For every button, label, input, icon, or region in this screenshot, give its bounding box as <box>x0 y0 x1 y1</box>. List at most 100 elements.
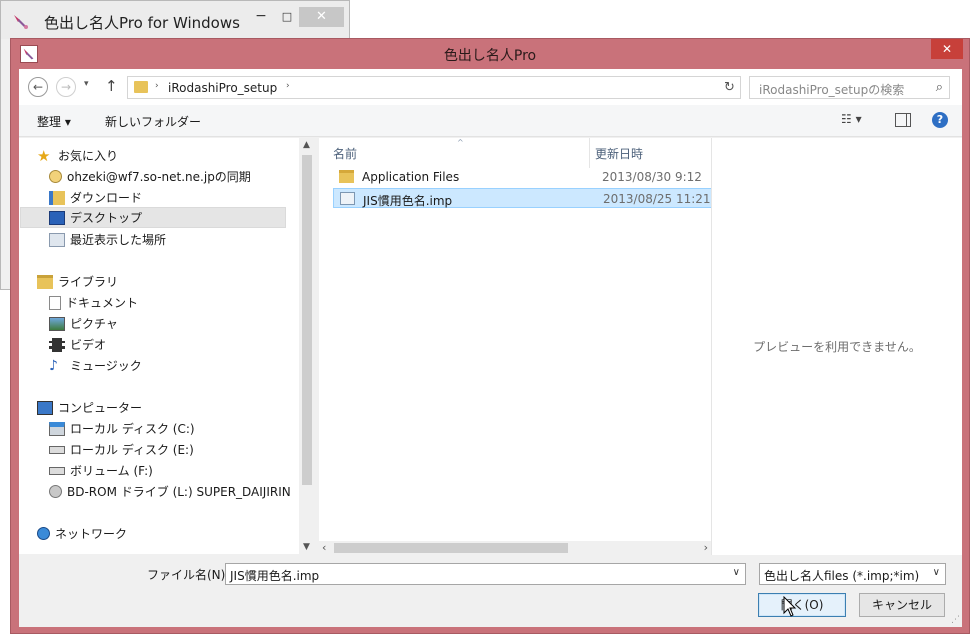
cancel-button[interactable]: キャンセル <box>859 593 945 617</box>
filetype-value: 色出し名人files (*.imp;*im) <box>764 569 920 583</box>
file-list: 名前 ^ 更新日時 Application Files 2013/08/30 9… <box>319 138 712 541</box>
nav-item-network[interactable]: ネットワーク <box>37 523 127 544</box>
star-icon: ★ <box>37 146 51 165</box>
nav-item-label: ohzeki@wf7.so-net.ne.jpの同期 <box>67 170 251 184</box>
sync-user-icon <box>49 170 62 183</box>
preview-pane-toggle-icon[interactable] <box>895 113 911 127</box>
search-icon[interactable]: ⌕ <box>936 80 943 95</box>
nav-item-label: ローカル ディスク (E:) <box>70 443 194 457</box>
nav-item-label: ミュージック <box>70 359 142 373</box>
nav-item-videos[interactable]: ビデオ <box>49 334 106 355</box>
nav-item-label: ネットワーク <box>55 527 128 541</box>
computer-icon <box>37 400 53 415</box>
chevron-down-icon[interactable]: ∨ <box>933 567 940 578</box>
background-window-title: 色出し名人Pro for Windows <box>44 14 240 32</box>
file-row[interactable]: Application Files 2013/08/30 9:12 <box>333 167 712 187</box>
organize-menu-button[interactable]: 整理 ▾ <box>37 113 71 130</box>
nav-item-drive-l[interactable]: BD-ROM ドライブ (L:) SUPER_DAIJIRIN <box>49 481 291 502</box>
command-bar: 整理 ▾ 新しいフォルダー ☷ ▾ ? <box>19 105 962 137</box>
system-drive-icon <box>49 421 65 436</box>
network-icon <box>37 527 50 540</box>
recent-locations-dropdown[interactable]: ▾ <box>84 79 89 89</box>
dialog-close-button[interactable]: ✕ <box>931 39 963 59</box>
file-row-selected[interactable]: JIS慣用色名.imp 2013/08/25 11:21 <box>333 188 712 208</box>
change-view-button[interactable]: ☷ ▾ <box>841 112 862 126</box>
nav-item-music[interactable]: ♪ ミュージック <box>49 355 142 376</box>
file-list-horizontal-scrollbar[interactable]: ‹ › <box>319 541 712 555</box>
nav-item-label: ボリューム (F:) <box>70 464 153 478</box>
nav-item-drive-f[interactable]: ボリューム (F:) <box>49 460 153 481</box>
nav-item-desktop[interactable]: デスクトップ <box>20 207 286 228</box>
music-note-icon: ♪ <box>49 357 58 374</box>
file-date: 2013/08/25 11:21 <box>603 192 711 206</box>
filename-value: JIS慣用色名.imp <box>230 569 320 583</box>
nav-item-downloads[interactable]: ダウンロード <box>49 187 142 208</box>
app-paintbrush-icon <box>14 15 28 29</box>
open-button[interactable]: 開く(O) <box>758 593 846 617</box>
maximize-button[interactable]: □ <box>277 9 297 25</box>
address-bar[interactable]: › iRodashiPro_setup › ∨ <box>127 76 735 99</box>
new-folder-button[interactable]: 新しいフォルダー <box>105 113 201 130</box>
refresh-button[interactable]: ↻ <box>719 76 741 99</box>
filename-input[interactable]: JIS慣用色名.imp ∨ <box>225 563 746 585</box>
minimize-button[interactable]: − <box>251 9 271 25</box>
nav-item-label: ローカル ディスク (C:) <box>70 422 195 436</box>
navigation-pane-scrollbar[interactable]: ▲ ▼ <box>300 138 314 554</box>
scrollbar-thumb[interactable] <box>334 543 568 553</box>
resize-grip-icon[interactable]: ⋰ <box>951 615 960 625</box>
breadcrumb-current-folder[interactable]: iRodashiPro_setup <box>168 81 277 95</box>
nav-item-drive-c[interactable]: ローカル ディスク (C:) <box>49 418 195 439</box>
scrollbar-thumb[interactable] <box>302 155 312 485</box>
nav-item-drive-e[interactable]: ローカル ディスク (E:) <box>49 439 194 460</box>
search-input[interactable]: iRodashiPro_setupの検索 ⌕ <box>749 76 950 99</box>
scroll-up-icon[interactable]: ▲ <box>303 140 310 150</box>
up-folder-button[interactable]: ↑ <box>105 77 118 95</box>
nav-item-label: ビデオ <box>70 338 107 352</box>
open-file-dialog: 色出し名人Pro ✕ ← → ▾ ↑ › iRodashiPro_setup ›… <box>10 38 970 634</box>
background-titlebar: 色出し名人Pro for Windows − □ ✕ <box>1 1 349 39</box>
nav-item-sync[interactable]: ohzeki@wf7.so-net.ne.jpの同期 <box>49 166 251 187</box>
filename-label: ファイル名(N): <box>147 568 230 582</box>
nav-item-libraries[interactable]: ライブラリ <box>37 271 118 292</box>
scroll-right-icon[interactable]: › <box>704 541 708 554</box>
nav-item-label: ライブラリ <box>58 275 119 289</box>
file-name: Application Files <box>362 170 460 184</box>
column-header-name[interactable]: 名前 <box>333 145 357 162</box>
nav-item-documents[interactable]: ドキュメント <box>49 292 138 313</box>
nav-item-label: ダウンロード <box>70 191 143 205</box>
file-date: 2013/08/30 9:12 <box>602 170 702 184</box>
column-header-date[interactable]: 更新日時 <box>595 145 643 162</box>
folder-icon <box>134 81 148 93</box>
scroll-left-icon[interactable]: ‹ <box>322 541 326 554</box>
preview-pane: プレビューを利用できません。 <box>711 138 962 555</box>
file-name: JIS慣用色名.imp <box>363 194 453 208</box>
dialog-titlebar: 色出し名人Pro ✕ <box>11 39 969 69</box>
preview-unavailable-message: プレビューを利用できません。 <box>753 340 921 354</box>
nav-item-label: デスクトップ <box>70 211 143 225</box>
help-icon[interactable]: ? <box>932 112 948 128</box>
nav-item-favorites[interactable]: ★ お気に入り <box>37 145 118 166</box>
sort-ascending-icon: ^ <box>457 138 464 147</box>
libraries-icon <box>37 274 53 289</box>
background-close-button[interactable]: ✕ <box>299 7 344 27</box>
column-divider[interactable] <box>589 138 590 168</box>
navigation-pane: ★ お気に入り ohzeki@wf7.so-net.ne.jpの同期 ダウンロー… <box>19 138 299 554</box>
nav-item-pictures[interactable]: ピクチャ <box>49 313 118 334</box>
nav-item-label: ドキュメント <box>66 296 139 310</box>
hard-drive-icon <box>49 445 65 454</box>
scroll-down-icon[interactable]: ▼ <box>303 542 310 552</box>
dialog-body: ← → ▾ ↑ › iRodashiPro_setup › ∨ ↻ iRodas… <box>19 69 962 627</box>
chevron-down-icon[interactable]: ∨ <box>733 567 740 578</box>
breadcrumb-chevron-icon[interactable]: › <box>286 81 290 91</box>
folder-icon <box>339 170 354 183</box>
nav-item-recent[interactable]: 最近表示した場所 <box>49 229 166 250</box>
breadcrumb-chevron-icon[interactable]: › <box>155 81 159 91</box>
nav-item-computer[interactable]: コンピューター <box>37 397 142 418</box>
search-placeholder: iRodashiPro_setupの検索 <box>759 83 905 97</box>
nav-item-label: 最近表示した場所 <box>70 233 167 247</box>
forward-button[interactable]: → <box>56 77 76 97</box>
filetype-select[interactable]: 色出し名人files (*.imp;*im) ∨ <box>759 563 946 585</box>
nav-item-label: コンピューター <box>58 401 143 415</box>
nav-item-label: BD-ROM ドライブ (L:) SUPER_DAIJIRIN <box>67 485 291 499</box>
back-button[interactable]: ← <box>28 77 48 97</box>
